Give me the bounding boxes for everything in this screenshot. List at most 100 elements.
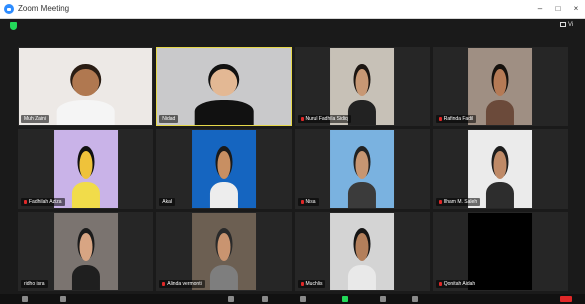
participant-head	[79, 150, 93, 179]
participant-head	[79, 233, 93, 262]
mic-muted-icon	[300, 199, 304, 204]
mic-muted-icon	[24, 199, 27, 204]
participant-video	[468, 212, 533, 290]
mic-muted-icon	[300, 282, 304, 286]
participant-name-tag: Rafinda Fadil	[435, 115, 477, 124]
participant-name-tag: ridho isra	[21, 280, 48, 288]
title-bar: Zoom Meeting – □ ×	[0, 0, 585, 19]
participant-head	[355, 150, 369, 179]
participant-silhouette	[486, 147, 515, 208]
participant-name: Alinda vermonti	[167, 281, 202, 287]
participant-head	[493, 68, 507, 97]
participant-tile[interactable]: Nidad	[156, 47, 292, 127]
participant-body	[71, 264, 100, 290]
participant-body	[348, 264, 377, 290]
participant-name-tag: Muchlis	[297, 280, 326, 288]
participant-name: ridho isra	[24, 281, 45, 287]
share-screen-icon[interactable]	[342, 296, 348, 302]
participant-video	[191, 212, 256, 290]
participant-silhouette	[71, 230, 100, 290]
participant-name-tag: Qonitah Aidah	[435, 280, 479, 288]
participant-tile[interactable]: Ilham M. Saleh	[432, 129, 568, 209]
security-icon[interactable]	[228, 296, 234, 302]
participant-name-tag: Nurul Fadhila Sidiq	[297, 115, 351, 124]
participant-tile[interactable]: Akal	[156, 129, 292, 209]
participant-name: Fadhilah Aziza	[29, 198, 62, 205]
participant-tile[interactable]: Rafinda Fadil	[432, 47, 568, 127]
participant-video	[157, 48, 291, 126]
view-toggle-button[interactable]: Vi	[560, 22, 573, 28]
participant-name: Nidad	[162, 116, 176, 123]
participant-silhouette	[194, 65, 254, 126]
mic-muted-icon	[162, 282, 166, 286]
view-label: Vi	[568, 22, 574, 28]
participants-icon[interactable]	[262, 296, 268, 302]
participant-body	[209, 264, 238, 290]
participant-head	[72, 68, 100, 97]
participant-video	[468, 130, 533, 208]
participant-silhouette	[348, 147, 377, 208]
participant-head	[217, 233, 231, 262]
maximize-button[interactable]: □	[549, 0, 567, 18]
participant-tile[interactable]: Nurul Fadhila Sidiq	[294, 47, 430, 127]
video-icon[interactable]	[60, 296, 66, 302]
participant-head	[493, 150, 507, 179]
security-shield-icon[interactable]	[10, 22, 17, 30]
chat-icon[interactable]	[300, 296, 306, 302]
participant-silhouette	[348, 230, 377, 290]
participant-video	[19, 48, 153, 126]
participant-silhouette	[56, 65, 115, 126]
participant-video	[53, 130, 118, 208]
close-button[interactable]: ×	[567, 0, 585, 18]
participant-name: Muh Zaini	[24, 116, 46, 123]
participant-name: Nisa	[305, 198, 316, 205]
participant-body	[486, 100, 515, 126]
participant-tile[interactable]: Fadhilah Aziza	[18, 129, 154, 209]
participant-head	[210, 68, 238, 97]
participant-video	[330, 212, 395, 290]
participant-body	[71, 182, 100, 208]
participant-tile[interactable]: ridho isra	[18, 211, 154, 291]
participant-name-tag: Fadhilah Aziza	[21, 197, 65, 206]
participant-tile[interactable]: Qonitah Aidah	[432, 211, 568, 291]
participant-name: Akal	[162, 198, 172, 205]
participant-video	[330, 130, 395, 208]
participant-body	[209, 182, 238, 208]
participant-silhouette	[71, 147, 100, 208]
participant-body	[194, 100, 254, 126]
gallery-view-icon	[560, 22, 566, 27]
record-icon[interactable]	[380, 296, 386, 302]
reactions-icon[interactable]	[412, 296, 418, 302]
mute-icon[interactable]	[22, 296, 28, 302]
participant-silhouette	[209, 230, 238, 290]
participant-body	[348, 100, 377, 126]
participant-name: Qonitah Aidah	[443, 281, 476, 287]
participant-name-tag: Nisa	[297, 197, 319, 206]
zoom-logo-icon	[4, 4, 14, 14]
window-title: Zoom Meeting	[18, 4, 70, 13]
minimize-button[interactable]: –	[531, 0, 549, 18]
participant-tile[interactable]: Nisa	[294, 129, 430, 209]
participant-head	[217, 150, 231, 179]
participant-name: Ilham M. Saleh	[443, 198, 478, 205]
participant-video	[468, 48, 533, 126]
mic-muted-icon	[438, 199, 442, 204]
participant-name-tag: Ilham M. Saleh	[435, 197, 481, 206]
end-meeting-button[interactable]	[560, 296, 572, 302]
participant-tile[interactable]: Muchlis	[294, 211, 430, 291]
participant-video	[191, 130, 256, 208]
participant-head	[355, 233, 369, 262]
mic-muted-icon	[300, 117, 304, 122]
participant-silhouette	[348, 65, 377, 126]
participant-silhouette	[486, 65, 515, 126]
mic-muted-icon	[438, 117, 442, 122]
mic-muted-icon	[438, 282, 442, 286]
participant-tile[interactable]: Alinda vermonti	[156, 211, 292, 291]
participant-name: Rafinda Fadil	[443, 116, 474, 123]
participant-body	[348, 182, 377, 208]
participant-video	[330, 48, 395, 126]
video-gallery: Muh Zaini Nidad Nurul Fadhila Sidiq Rafinda…	[18, 47, 568, 291]
participant-tile[interactable]: Muh Zaini	[18, 47, 154, 127]
participant-name-tag: Alinda vermonti	[159, 280, 205, 288]
participant-name-tag: Muh Zaini	[21, 115, 49, 124]
